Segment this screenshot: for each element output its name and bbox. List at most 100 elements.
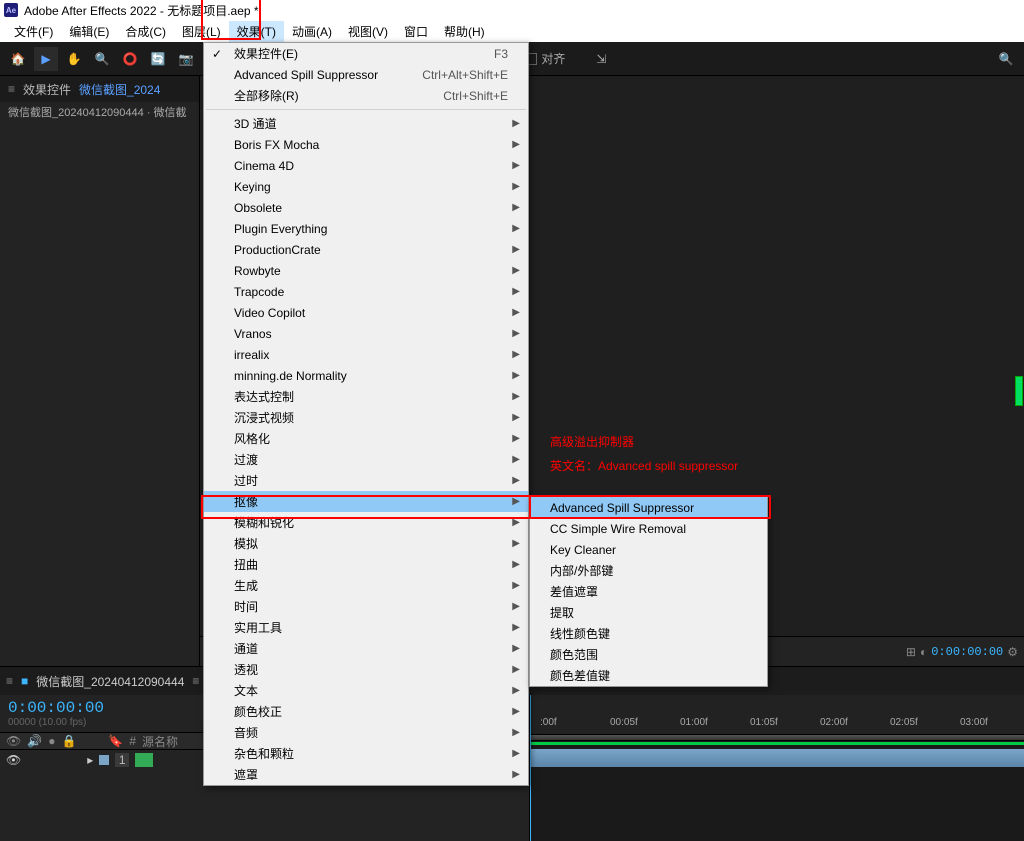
source-name-header[interactable]: 源名称 (142, 733, 178, 750)
home-icon[interactable]: 🏠 (6, 47, 30, 71)
playhead[interactable] (530, 695, 531, 841)
effects-category[interactable]: 过时▶ (204, 470, 528, 491)
hand-tool-icon[interactable]: ✋ (62, 47, 86, 71)
rotate-tool-icon[interactable]: 🔄 (146, 47, 170, 71)
layer-twirl-icon[interactable]: ▸ (87, 753, 93, 767)
effects-category[interactable]: Rowbyte▶ (204, 260, 528, 281)
zoom-tool-icon[interactable]: 🔍 (90, 47, 114, 71)
work-area-bar[interactable] (530, 735, 1024, 741)
effects-category[interactable]: ProductionCrate▶ (204, 239, 528, 260)
effects-category[interactable]: 风格化▶ (204, 428, 528, 449)
keying-submenu-item[interactable]: 线性颜色键 (530, 623, 767, 644)
effects-category[interactable]: 颜色校正▶ (204, 701, 528, 722)
effects-category[interactable]: 扭曲▶ (204, 554, 528, 575)
submenu-arrow-icon: ▶ (512, 349, 520, 360)
timeline-right[interactable]: :00f00:05f01:00f01:05f02:00f02:05f03:00f… (530, 695, 1024, 841)
layer-duration-bar[interactable] (530, 749, 1024, 767)
time-ruler[interactable]: :00f00:05f01:00f01:05f02:00f02:05f03:00f… (530, 695, 1024, 735)
effects-category[interactable]: 透视▶ (204, 659, 528, 680)
category-label: 扭曲 (234, 556, 258, 573)
effects-category[interactable]: Cinema 4D▶ (204, 155, 528, 176)
menu-effect-controls[interactable]: 效果控件(E) F3 (204, 43, 528, 64)
effect-controls-panel: ≡ 效果控件 微信截图_2024 微信截图_20240412090444 · 微… (0, 76, 200, 666)
menu-last-effect[interactable]: Advanced Spill Suppressor Ctrl+Alt+Shift… (204, 64, 528, 85)
camera-tool-icon[interactable]: 📷 (174, 47, 198, 71)
grid-icon[interactable]: ⊞ (906, 645, 916, 659)
keying-submenu-item[interactable]: 颜色差值键 (530, 665, 767, 686)
menu-file[interactable]: 文件(F) (6, 21, 61, 42)
keying-submenu-item[interactable]: 内部/外部键 (530, 560, 767, 581)
effects-category[interactable]: 模糊和锐化▶ (204, 512, 528, 533)
effects-category[interactable]: Obsolete▶ (204, 197, 528, 218)
search-icon[interactable]: 🔍 (994, 47, 1018, 71)
ruler-tick: 00:05f (610, 717, 638, 728)
layer-label-color[interactable] (99, 755, 109, 765)
panel-menu-icon[interactable]: ≡ (8, 82, 15, 96)
effects-category[interactable]: 时间▶ (204, 596, 528, 617)
effects-category[interactable]: 3D 通道▶ (204, 113, 528, 134)
keying-submenu-item[interactable]: 颜色范围 (530, 644, 767, 665)
keying-submenu-item[interactable]: Advanced Spill Suppressor (530, 497, 767, 518)
menu-anim[interactable]: 动画(A) (284, 21, 340, 42)
toolbar-extra-icon[interactable]: ⇲ (589, 47, 613, 71)
audio-column-icon[interactable]: 🔊 (27, 734, 42, 748)
viewer-drag-handle[interactable] (1015, 376, 1023, 406)
keying-submenu-item[interactable]: CC Simple Wire Removal (530, 518, 767, 539)
layer-visibility-icon[interactable]: 👁 (6, 753, 21, 767)
menu-layer[interactable]: 图层(L) (174, 21, 229, 42)
effects-category[interactable]: 抠像▶ (204, 491, 528, 512)
ruler-tick: 02:00f (820, 717, 848, 728)
menu-bar: 文件(F) 编辑(E) 合成(C) 图层(L) 效果(T) 动画(A) 视图(V… (0, 20, 1024, 42)
label-column-icon[interactable]: 🔖 (108, 734, 123, 748)
keying-submenu-item[interactable]: Key Cleaner (530, 539, 767, 560)
menu-remove-all[interactable]: 全部移除(R) Ctrl+Shift+E (204, 85, 528, 106)
mask-icon[interactable]: ◐ (920, 645, 927, 659)
menu-effect[interactable]: 效果(T) (229, 21, 284, 42)
effects-category[interactable]: Plugin Everything▶ (204, 218, 528, 239)
submenu-arrow-icon: ▶ (512, 454, 520, 465)
orbit-tool-icon[interactable]: ⭕ (118, 47, 142, 71)
effects-category[interactable]: 生成▶ (204, 575, 528, 596)
effects-category[interactable]: 文本▶ (204, 680, 528, 701)
effects-category[interactable]: 沉浸式视频▶ (204, 407, 528, 428)
category-label: 过时 (234, 472, 258, 489)
timeline-menu-icon[interactable]: ≡ (6, 674, 13, 688)
effects-category[interactable]: Keying▶ (204, 176, 528, 197)
submenu-arrow-icon: ▶ (512, 622, 520, 633)
timeline-comp-name[interactable]: 微信截图_20240412090444 (36, 673, 184, 690)
effects-category[interactable]: Vranos▶ (204, 323, 528, 344)
effects-category[interactable]: irrealix▶ (204, 344, 528, 365)
effects-category[interactable]: 通道▶ (204, 638, 528, 659)
effects-category[interactable]: Video Copilot▶ (204, 302, 528, 323)
solo-column-icon[interactable]: ● (48, 734, 55, 748)
eye-column-icon[interactable]: 👁 (6, 734, 21, 748)
category-label: 过渡 (234, 451, 258, 468)
viewer-timecode[interactable]: 0:00:00:00 (931, 645, 1003, 659)
effects-category[interactable]: 实用工具▶ (204, 617, 528, 638)
effects-category[interactable]: Trapcode▶ (204, 281, 528, 302)
menu-comp[interactable]: 合成(C) (117, 21, 174, 42)
effects-category[interactable]: Boris FX Mocha▶ (204, 134, 528, 155)
category-label: Vranos (234, 327, 272, 341)
keying-submenu-item[interactable]: 提取 (530, 602, 767, 623)
category-label: 模糊和锐化 (234, 514, 294, 531)
effects-category[interactable]: 遮罩▶ (204, 764, 528, 785)
keying-submenu: Advanced Spill SuppressorCC Simple Wire … (529, 496, 768, 687)
menu-window[interactable]: 窗口 (396, 21, 436, 42)
menu-edit[interactable]: 编辑(E) (61, 21, 117, 42)
effects-category[interactable]: 杂色和颗粒▶ (204, 743, 528, 764)
effects-category[interactable]: 模拟▶ (204, 533, 528, 554)
effects-category[interactable]: 表达式控制▶ (204, 386, 528, 407)
viewer-options-icon[interactable]: ⚙ (1007, 645, 1018, 659)
panel-tab-label[interactable]: 效果控件 (23, 81, 71, 98)
selection-tool-icon[interactable]: ▶ (34, 47, 58, 71)
timeline-close-icon[interactable]: ≡ (192, 674, 199, 688)
effects-category[interactable]: minning.de Normality▶ (204, 365, 528, 386)
effects-category[interactable]: 过渡 ▶ (204, 449, 528, 470)
menu-help[interactable]: 帮助(H) (436, 21, 493, 42)
effects-category[interactable]: 音频▶ (204, 722, 528, 743)
keying-submenu-item[interactable]: 差值遮罩 (530, 581, 767, 602)
lock-column-icon[interactable]: 🔒 (61, 734, 76, 748)
menu-view[interactable]: 视图(V) (340, 21, 396, 42)
panel-item-label: 微信截图_2024 (79, 81, 160, 98)
